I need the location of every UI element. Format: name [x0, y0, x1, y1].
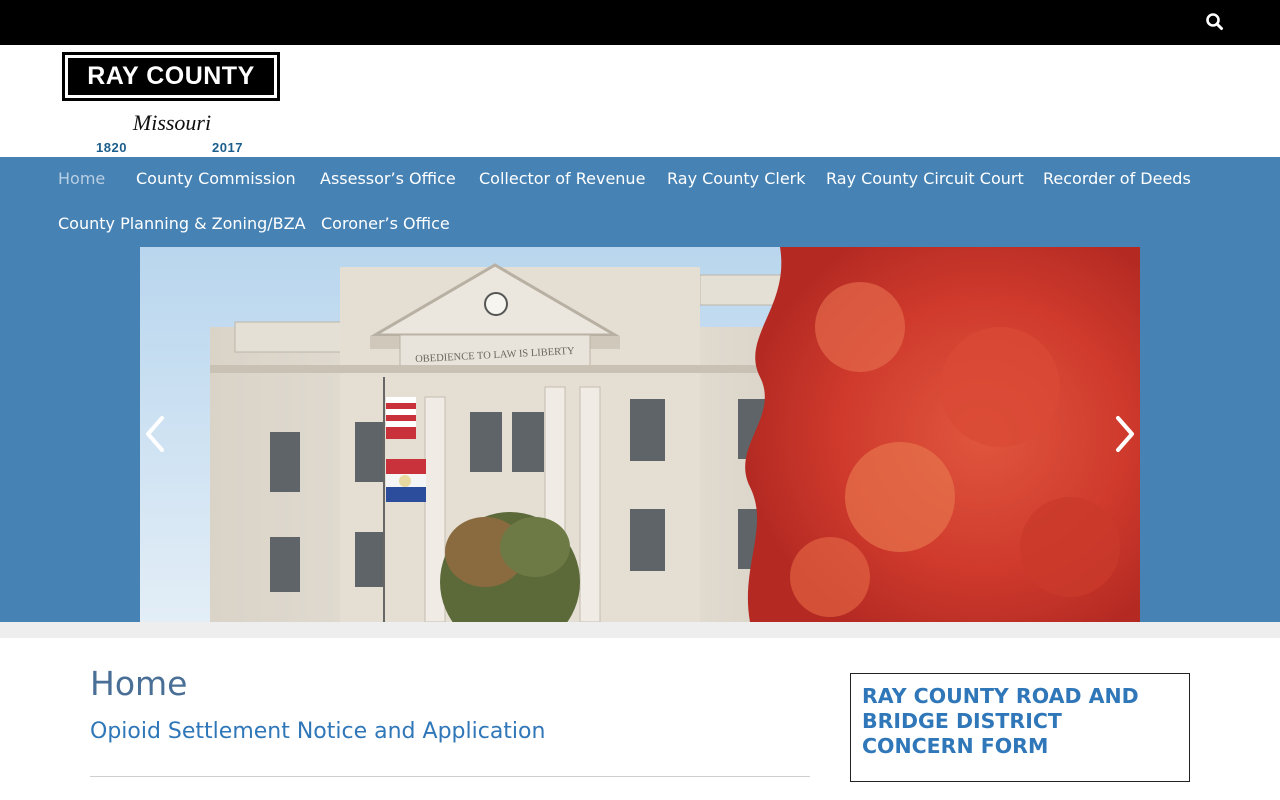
logo-year-start: 1820	[96, 140, 127, 155]
main-navigation: Home County Commission Assessor’s Office…	[0, 157, 1280, 247]
separator-band	[0, 622, 1280, 638]
logo-box: RAY COUNTY	[62, 52, 280, 101]
logo-year-end: 2017	[212, 140, 243, 155]
post-title-link[interactable]: Opioid Settlement Notice and Application	[90, 719, 545, 744]
courthouse-photo: OBEDIENCE TO LAW IS LIBERTY	[140, 247, 1140, 622]
site-header: RAY COUNTY Missouri 1820 2017	[0, 45, 1280, 157]
nav-item-circuit-court[interactable]: Ray County Circuit Court	[826, 169, 1024, 189]
logo-name: RAY COUNTY	[68, 58, 274, 95]
nav-item-recorder-of-deeds[interactable]: Recorder of Deeds	[1043, 169, 1191, 189]
hero-slider[interactable]: OBEDIENCE TO LAW IS LIBERTY	[140, 247, 1140, 622]
site-logo[interactable]: RAY COUNTY Missouri 1820 2017	[62, 52, 282, 155]
concern-form-link[interactable]: RAY COUNTY ROAD AND BRIDGE DISTRICT CONC…	[862, 684, 1178, 759]
slider-next-button[interactable]	[1110, 412, 1140, 456]
nav-item-planning-zoning[interactable]: County Planning & Zoning/BZA	[58, 214, 306, 234]
search-icon[interactable]	[1204, 11, 1226, 33]
nav-item-collector-of-revenue[interactable]: Collector of Revenue	[479, 169, 645, 189]
sidebar-concern-form-widget[interactable]: RAY COUNTY ROAD AND BRIDGE DISTRICT CONC…	[850, 673, 1190, 782]
top-bar	[0, 0, 1280, 45]
nav-item-home[interactable]: Home	[58, 169, 105, 189]
logo-state: Missouri	[132, 110, 212, 135]
slider-prev-button[interactable]	[140, 412, 170, 456]
nav-item-assessors-office[interactable]: Assessor’s Office	[320, 169, 456, 189]
chevron-left-icon	[146, 416, 164, 452]
content-divider	[90, 776, 810, 777]
nav-item-ray-county-clerk[interactable]: Ray County Clerk	[667, 169, 806, 189]
nav-and-slider-area: Home County Commission Assessor’s Office…	[0, 157, 1280, 622]
page-title: Home	[90, 664, 188, 703]
chevron-right-icon	[1116, 416, 1134, 452]
nav-item-county-commission[interactable]: County Commission	[136, 169, 296, 189]
nav-item-coroners-office[interactable]: Coroner’s Office	[321, 214, 450, 234]
